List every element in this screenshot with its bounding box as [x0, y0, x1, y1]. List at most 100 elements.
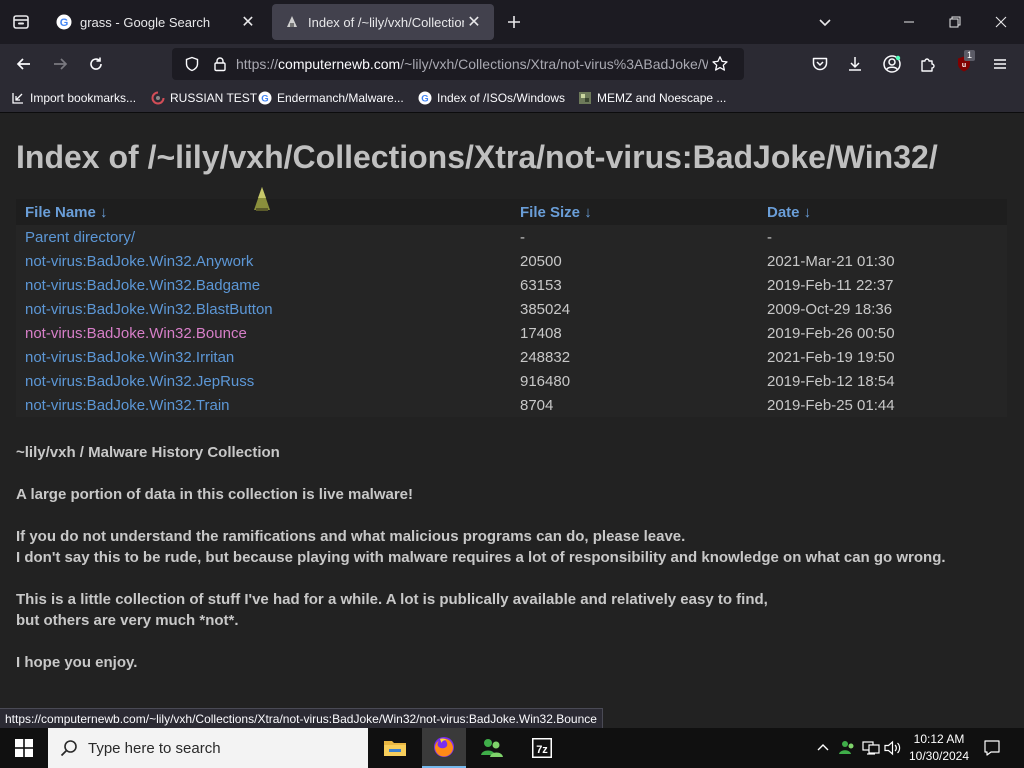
- file-name-cell: Parent directory/: [16, 225, 511, 249]
- svg-text:7z: 7z: [536, 744, 548, 756]
- clock-date: 10/30/2024: [908, 749, 970, 763]
- url-path: /~lily/vxh/Collections/Xtra/not-virus%3A…: [400, 56, 708, 72]
- close-window-button[interactable]: [978, 0, 1024, 44]
- folder-icon: [384, 741, 406, 756]
- account-icon: [883, 55, 901, 73]
- parent-directory-link[interactable]: Parent directory/: [25, 229, 135, 246]
- back-arrow-icon: [16, 58, 30, 70]
- sort-by-name-link[interactable]: File Name ↓: [25, 204, 108, 221]
- file-link[interactable]: not-virus:BadJoke.Win32.Badgame: [25, 277, 260, 294]
- file-name-cell: not-virus:BadJoke.Win32.JepRuss: [16, 369, 511, 393]
- file-link-visited[interactable]: not-virus:BadJoke.Win32.Bounce: [25, 325, 247, 342]
- sort-by-size-link[interactable]: File Size ↓: [520, 204, 592, 221]
- taskbar-search-box[interactable]: Type here to search: [48, 728, 368, 768]
- column-header-file-size[interactable]: File Size ↓: [511, 199, 758, 225]
- tracking-protection-icon[interactable]: [180, 52, 204, 76]
- site-favicon-icon: [150, 90, 166, 106]
- file-name-cell: not-virus:BadJoke.Win32.Irritan: [16, 345, 511, 369]
- tab-index-of[interactable]: Index of /~lily/vxh/Collections/ ✕: [272, 4, 494, 40]
- close-icon: [995, 16, 1007, 28]
- puzzle-icon: [921, 58, 935, 72]
- url-host: computernewb.com: [278, 56, 401, 72]
- network-icon: [862, 741, 880, 755]
- sort-by-date-link[interactable]: Date ↓: [767, 204, 811, 221]
- description-text: but others are very much *not*.: [16, 612, 239, 629]
- tab-bar: G grass - Google Search ✕ Index of /~lil…: [0, 0, 1024, 44]
- downloads-button[interactable]: [839, 48, 871, 80]
- url-text[interactable]: https://computernewb.com/~lily/vxh/Colle…: [236, 56, 708, 72]
- tab-close-icon[interactable]: ✕: [464, 12, 484, 32]
- collection-heading: ~lily/vxh / Malware History Collection: [16, 444, 280, 461]
- start-button[interactable]: [0, 728, 48, 768]
- ublock-origin-button[interactable]: u 1: [948, 48, 980, 80]
- file-date-cell: 2019-Feb-25 01:44: [758, 393, 1007, 417]
- bookmark-star-icon[interactable]: [708, 52, 732, 76]
- extensions-button[interactable]: [912, 48, 944, 80]
- lock-icon[interactable]: [208, 52, 232, 76]
- restore-button[interactable]: [932, 0, 978, 44]
- table-row: not-virus:BadJoke.Win32.Anywork 20500 20…: [16, 249, 1007, 273]
- file-link[interactable]: not-virus:BadJoke.Win32.Train: [25, 397, 230, 414]
- file-date-cell: 2021-Mar-21 01:30: [758, 249, 1007, 273]
- url-scheme: https://: [236, 56, 279, 72]
- file-date-cell: 2021-Feb-19 19:50: [758, 345, 1007, 369]
- network-button[interactable]: [860, 728, 882, 768]
- taskbar-firefox[interactable]: [422, 728, 466, 768]
- show-hidden-icons-button[interactable]: [812, 728, 834, 768]
- bookmark-memz-noescape[interactable]: MEMZ and Noescape ...: [577, 88, 726, 108]
- table-row: not-virus:BadJoke.Win32.Bounce 17408 201…: [16, 321, 1007, 345]
- table-header-row: File Name ↓ File Size ↓ Date ↓: [16, 199, 1007, 225]
- column-header-date[interactable]: Date ↓: [758, 199, 1007, 225]
- bookmark-label: Index of /ISOs/Windows: [437, 91, 566, 105]
- account-button[interactable]: [876, 48, 908, 80]
- address-bar[interactable]: https://computernewb.com/~lily/vxh/Colle…: [172, 48, 744, 80]
- firefox-view-button[interactable]: [0, 0, 42, 44]
- page-title: Index of /~lily/vxh/Collections/Xtra/not…: [16, 139, 938, 175]
- svg-text:G: G: [60, 17, 69, 29]
- restore-icon: [949, 16, 961, 28]
- reload-button[interactable]: [80, 48, 112, 80]
- svg-text:u: u: [962, 62, 966, 69]
- description-text: I don't say this to be rude, but because…: [16, 549, 946, 566]
- minimize-icon: [904, 21, 914, 23]
- list-all-tabs-button[interactable]: [802, 0, 848, 44]
- chevron-down-icon: [819, 19, 831, 27]
- notifications-button[interactable]: [978, 728, 1006, 768]
- app-menu-button[interactable]: [984, 48, 1016, 80]
- new-tab-button[interactable]: [500, 8, 528, 36]
- clock-time: 10:12 AM: [913, 732, 965, 746]
- chevron-up-icon: [817, 744, 829, 751]
- file-date-cell: 2009-Oct-29 18:36: [758, 297, 1007, 321]
- bookmark-russian-test[interactable]: RUSSIAN TEST: [150, 88, 257, 108]
- google-icon: G: [257, 90, 273, 106]
- file-size-cell: 385024: [511, 297, 758, 321]
- tab-close-icon[interactable]: ✕: [238, 12, 258, 32]
- file-date-cell: -: [758, 225, 1007, 249]
- tray-app-icon[interactable]: [836, 728, 858, 768]
- description-text: I hope you enjoy.: [16, 654, 138, 671]
- taskbar-clock[interactable]: 10:12 AM 10/30/2024: [900, 731, 978, 765]
- file-link[interactable]: not-virus:BadJoke.Win32.BlastButton: [25, 301, 273, 318]
- file-link[interactable]: not-virus:BadJoke.Win32.JepRuss: [25, 373, 254, 390]
- forward-arrow-icon: [54, 58, 68, 70]
- taskbar-app-green[interactable]: [470, 728, 514, 768]
- import-icon: [10, 90, 26, 106]
- pocket-button[interactable]: [804, 48, 836, 80]
- page-favicon-icon: [284, 14, 300, 30]
- link-status-tooltip: https://computernewb.com/~lily/vxh/Colle…: [0, 708, 603, 730]
- bookmark-endermanch[interactable]: G Endermanch/Malware...: [257, 88, 404, 108]
- taskbar-7zip[interactable]: 7z: [520, 728, 564, 768]
- file-link[interactable]: not-virus:BadJoke.Win32.Irritan: [25, 349, 234, 366]
- description-text: This is a little collection of stuff I'v…: [16, 591, 768, 608]
- bookmark-isos-windows[interactable]: G Index of /ISOs/Windows: [417, 88, 565, 108]
- back-button[interactable]: [8, 48, 40, 80]
- page-content: Index of /~lily/vxh/Collections/Xtra/not…: [0, 113, 1024, 710]
- forward-button[interactable]: [44, 48, 76, 80]
- file-link[interactable]: not-virus:BadJoke.Win32.Anywork: [25, 253, 253, 270]
- taskbar-file-explorer[interactable]: [373, 728, 417, 768]
- tab-google-search[interactable]: G grass - Google Search ✕: [44, 4, 268, 40]
- file-name-cell: not-virus:BadJoke.Win32.Train: [16, 393, 511, 417]
- bookmark-import[interactable]: Import bookmarks...: [10, 88, 136, 108]
- firefox-view-icon: [13, 15, 29, 29]
- minimize-button[interactable]: [886, 0, 932, 44]
